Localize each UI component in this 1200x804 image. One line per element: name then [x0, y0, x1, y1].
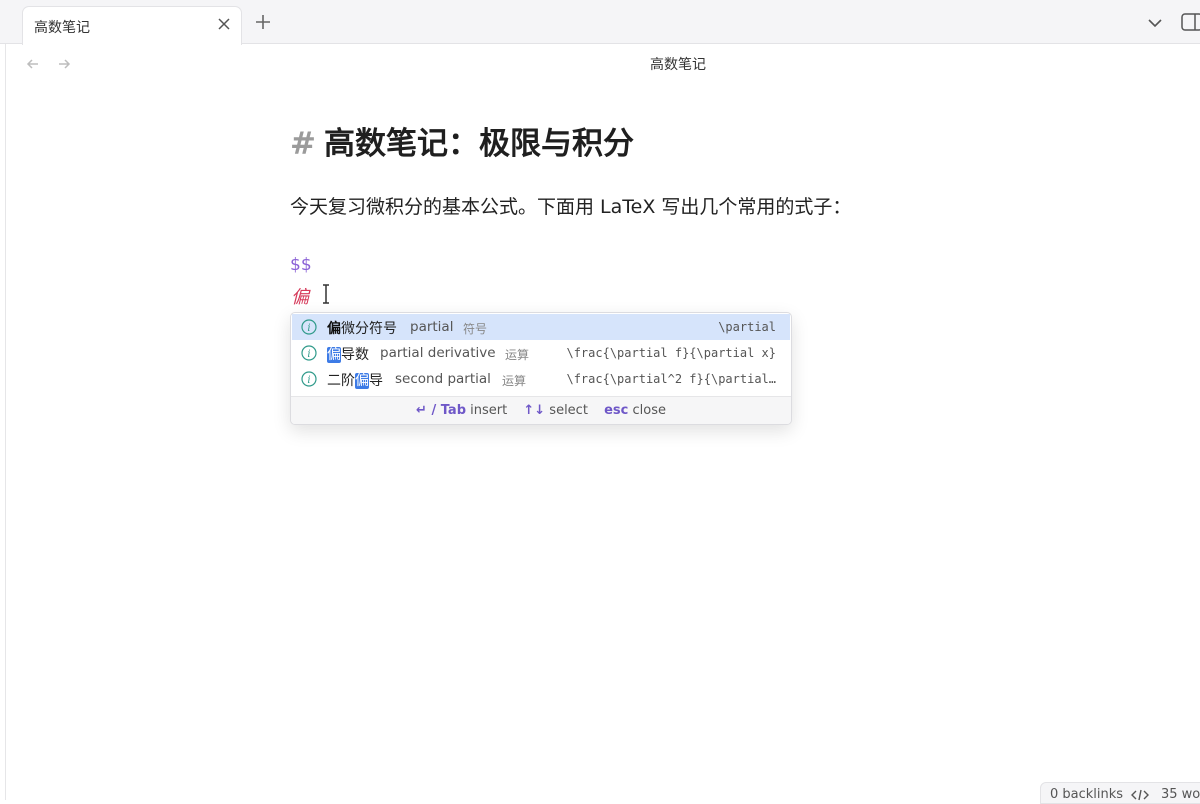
select-key-hint: ↑↓ [523, 403, 546, 418]
paragraph[interactable]: 今天复习微积分的基本公式。下面用 LaTeX 写出几个常用的式子： [290, 192, 851, 219]
insert-label: insert [470, 403, 508, 418]
tab-notes[interactable]: 高数笔记 [22, 6, 242, 45]
heading-marker: # [290, 126, 316, 162]
suggestion-code: \frac{\partial^2 f}{\partial… [566, 372, 776, 386]
svg-text:i: i [307, 323, 310, 334]
info-icon: i [301, 319, 317, 335]
suggestion-category: 运算 [505, 348, 530, 362]
tab-title: 高数笔记 [34, 20, 90, 36]
view-header-title[interactable]: 高数笔记 [600, 54, 756, 74]
suggestion-name: 偏导数 [327, 347, 369, 363]
suggestion-category: 运算 [502, 374, 527, 388]
suggestion-description: partial [410, 319, 454, 335]
select-label: select [549, 403, 588, 418]
svg-text:i: i [307, 349, 310, 360]
svg-text:i: i [307, 375, 310, 386]
sidebar-toggle-icon[interactable] [1180, 11, 1200, 33]
insert-key-hint: ↵ / Tab [416, 403, 466, 418]
suggestion-code: \partial [718, 320, 776, 334]
plus-icon[interactable] [252, 11, 274, 33]
close-key-hint: esc [604, 403, 629, 418]
arrow-right-icon[interactable] [55, 55, 73, 73]
suggestion-name: 偏微分符号 [327, 321, 397, 337]
info-icon: i [301, 345, 317, 361]
close-label: close [632, 403, 666, 418]
note-heading[interactable]: # 高数笔记：极限与积分 [290, 118, 634, 163]
status-bar: 0 backlinks 35 words [1040, 782, 1200, 804]
suggestion-name: 二阶偏导 [327, 373, 383, 389]
info-icon: i [301, 371, 317, 387]
suggestion-item[interactable]: i 偏微分符号 partial 符号 \partial [292, 314, 790, 340]
suggestion-code: \frac{\partial f}{\partial x} [566, 346, 776, 360]
tab-bar: 高数笔记 [0, 0, 1200, 45]
autocomplete-footer: ↵ / Tab insert ↑↓ select esc close [291, 396, 791, 424]
suggestion-item[interactable]: i 二阶偏导 second partial 运算 \frac{\partial^… [292, 366, 790, 392]
pane-divider [5, 44, 6, 800]
suggestion-category: 符号 [463, 322, 488, 336]
typed-input-text[interactable]: 偏 [291, 283, 309, 309]
heading-text: 高数笔记：极限与积分 [323, 126, 634, 162]
autocomplete-popup: i 偏微分符号 partial 符号 \partial i 偏导数 partia… [290, 312, 792, 425]
suggestion-description: partial derivative [380, 345, 496, 361]
close-icon[interactable] [215, 15, 233, 33]
arrow-left-icon[interactable] [24, 55, 42, 73]
suggestion-description: second partial [395, 371, 491, 387]
chevron-down-icon[interactable] [1145, 13, 1165, 33]
suggestion-item[interactable]: i 偏导数 partial derivative 运算 \frac{\parti… [292, 340, 790, 366]
text-cursor-icon [323, 284, 329, 304]
math-delimiter[interactable]: $$ [290, 255, 312, 275]
